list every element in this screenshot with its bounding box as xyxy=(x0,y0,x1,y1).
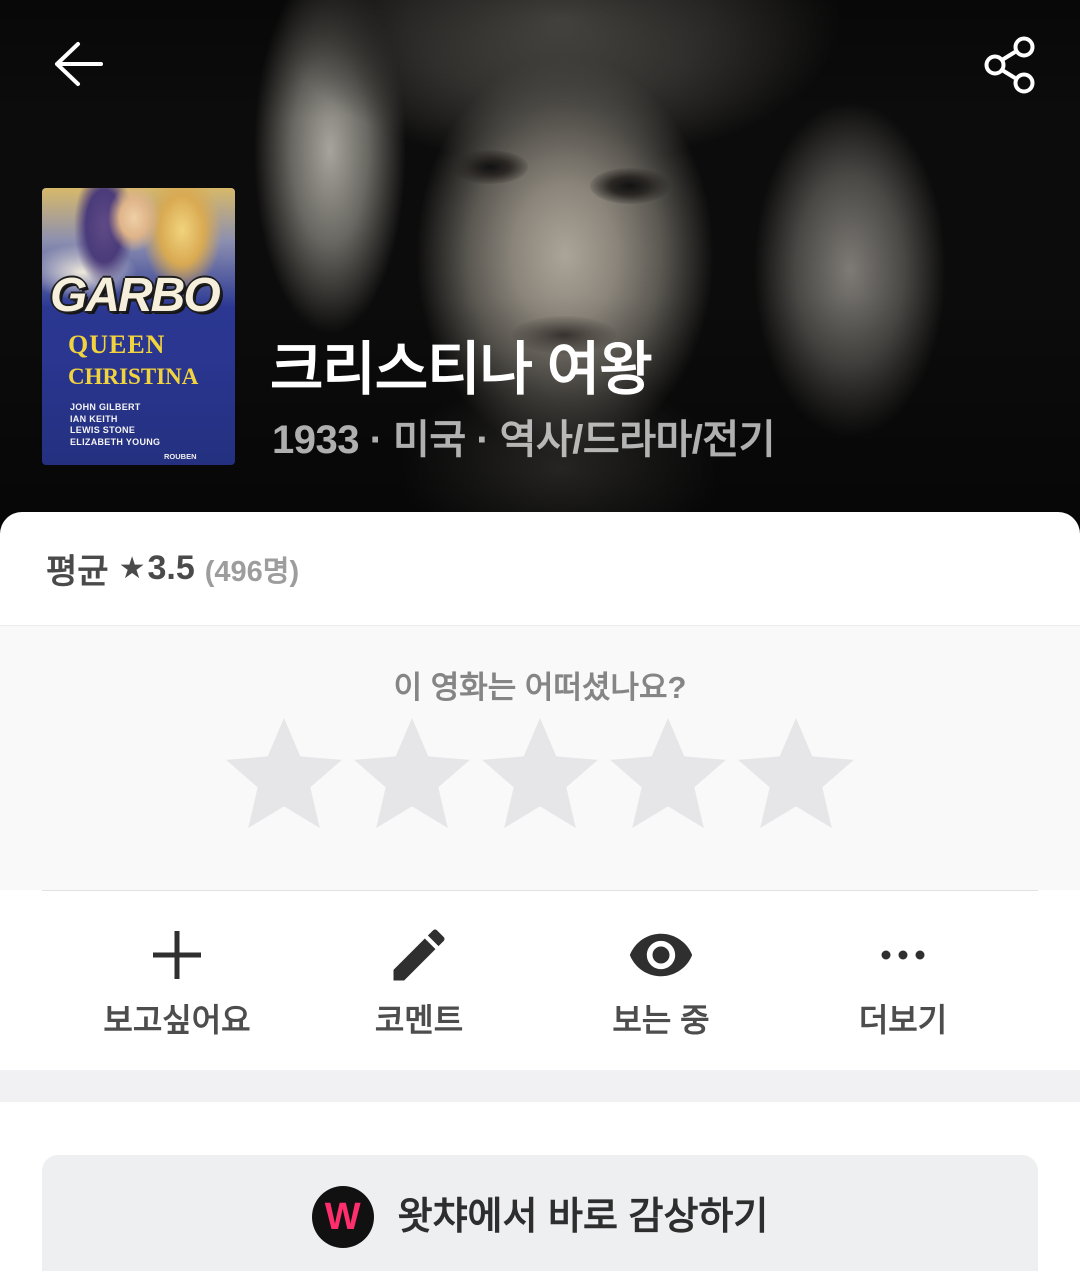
star-icon-4[interactable] xyxy=(610,718,726,828)
action-label: 코멘트 xyxy=(374,1002,464,1038)
rate-prompt: 이 영화는 어떠셨나요? xyxy=(393,670,687,705)
watch-on-watcha-button[interactable]: W 왓챠에서 바로 감상하기 xyxy=(42,1155,1038,1271)
poster-director-credit: ROUBEN xyxy=(164,452,197,461)
poster-title-line-1: QUEEN xyxy=(68,330,166,359)
plus-icon xyxy=(143,921,211,989)
action-label: 보고싶어요 xyxy=(103,1002,251,1038)
star-icon-5[interactable] xyxy=(738,718,854,828)
poster-cast-name: LEWIS STONE xyxy=(70,425,136,435)
share-icon xyxy=(984,36,1035,94)
poster-cast-list: JOHN GILBERT IAN KEITH LEWIS STONE ELIZA… xyxy=(70,402,160,448)
watch-button-label: 왓챠에서 바로 감상하기 xyxy=(397,1196,769,1238)
movie-poster[interactable]: GARBO QUEEN CHRISTINA JOHN GILBERT IAN K… xyxy=(42,188,235,465)
action-label: 더보기 xyxy=(858,1002,948,1038)
movie-meta: 1933 · 미국 · 역사/드라마/전기 xyxy=(272,418,776,462)
back-button[interactable] xyxy=(48,36,108,92)
watcha-logo-icon: W xyxy=(311,1186,374,1248)
poster-star-name: GARBO xyxy=(50,269,221,322)
content-sheet: 평균 ★ 3.5 (496명) 이 영화는 어떠셨나요? 보고싶어요 코멘트 보… xyxy=(0,512,1080,1271)
star-rating-input xyxy=(226,718,854,828)
hero-backdrop: GARBO QUEEN CHRISTINA JOHN GILBERT IAN K… xyxy=(0,0,1080,540)
action-grid: 보고싶어요 코멘트 보는 중 더보기 xyxy=(56,890,1024,1070)
movie-title: 크리스티나 여왕 xyxy=(270,337,653,402)
wishlist-button[interactable]: 보고싶어요 xyxy=(56,890,298,1070)
more-button[interactable]: 더보기 xyxy=(782,890,1024,1070)
eye-icon xyxy=(627,921,695,989)
rating-count: (496명) xyxy=(204,555,300,588)
poster-cast-name: ELIZABETH YOUNG xyxy=(70,436,161,447)
arrow-left-icon xyxy=(55,42,103,86)
average-value: 3.5 xyxy=(147,549,195,587)
poster-title-line-2: CHRISTINA xyxy=(68,364,199,389)
star-icon-2[interactable] xyxy=(354,718,470,828)
more-dots-icon xyxy=(869,921,937,989)
average-rating-row: 평균 ★ 3.5 (496명) xyxy=(46,512,299,625)
rate-section: 이 영화는 어떠셨나요? xyxy=(0,626,1080,890)
watching-button[interactable]: 보는 중 xyxy=(540,890,782,1070)
comment-button[interactable]: 코멘트 xyxy=(298,890,540,1070)
poster-cast-name: IAN KEITH xyxy=(70,413,118,424)
section-separator xyxy=(0,1070,1080,1102)
watcha-logo-letter: W xyxy=(324,1196,361,1238)
average-label: 평균 xyxy=(46,553,109,591)
star-icon-1[interactable] xyxy=(226,718,342,828)
poster-cast-name: JOHN GILBERT xyxy=(70,402,141,412)
movie-detail-screen: GARBO QUEEN CHRISTINA JOHN GILBERT IAN K… xyxy=(0,0,1080,1271)
action-label: 보는 중 xyxy=(612,1002,710,1038)
pencil-icon xyxy=(385,921,453,989)
average-star-icon: ★ xyxy=(118,552,146,585)
share-button[interactable] xyxy=(980,34,1042,96)
action-bar: 보고싶어요 코멘트 보는 중 더보기 xyxy=(0,890,1080,1070)
star-icon-3[interactable] xyxy=(482,718,598,828)
